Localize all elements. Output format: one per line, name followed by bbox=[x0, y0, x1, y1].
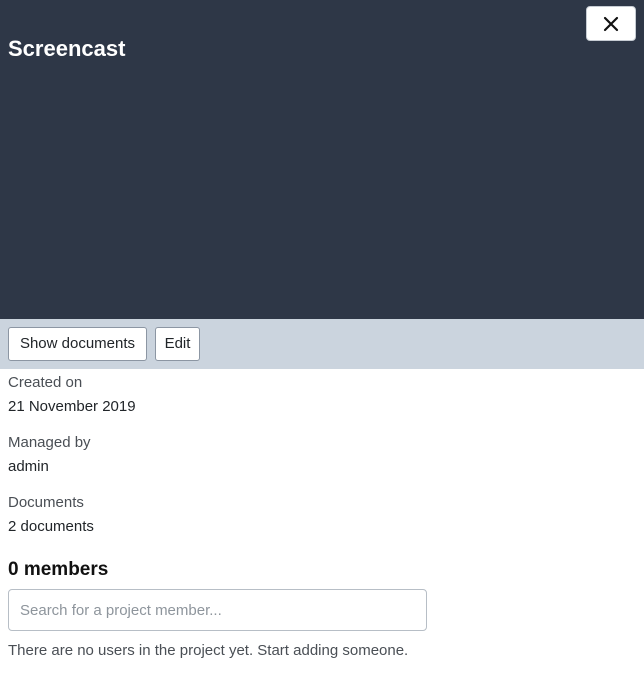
edit-button[interactable]: Edit bbox=[155, 327, 200, 361]
page-title: Screencast bbox=[8, 36, 126, 61]
documents-value: 2 documents bbox=[8, 518, 94, 535]
created-on-label: Created on bbox=[8, 374, 83, 391]
close-icon bbox=[603, 16, 619, 31]
created-on-value: 21 November 2019 bbox=[8, 398, 136, 415]
managed-by-label: Managed by bbox=[8, 434, 91, 451]
managed-by-value: admin bbox=[8, 458, 49, 475]
close-button[interactable] bbox=[586, 6, 636, 41]
show-documents-button[interactable]: Show documents bbox=[8, 327, 147, 361]
project-header: Screencast bbox=[0, 0, 644, 319]
member-search-input[interactable] bbox=[8, 589, 427, 631]
members-heading: 0 members bbox=[8, 559, 109, 580]
no-members-message: There are no users in the project yet. S… bbox=[8, 642, 409, 659]
documents-label: Documents bbox=[8, 494, 84, 511]
action-toolbar: Show documents Edit bbox=[0, 319, 644, 369]
